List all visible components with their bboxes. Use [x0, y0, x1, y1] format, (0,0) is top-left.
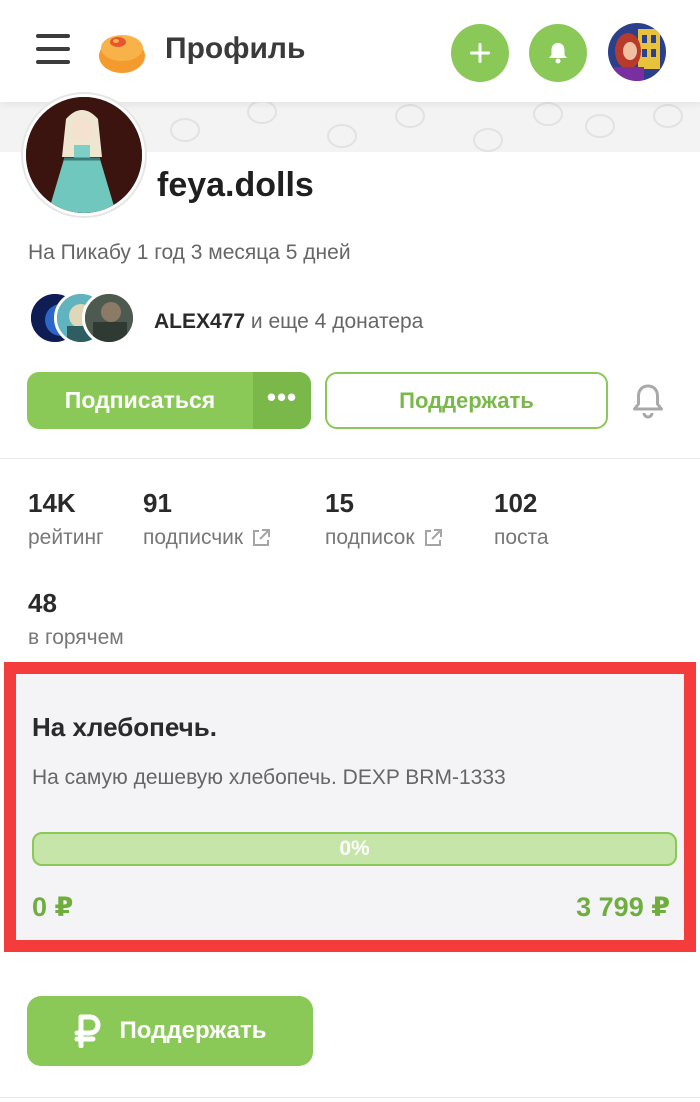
pikabu-logo[interactable] — [96, 26, 148, 76]
stat-rating: 14K рейтинг — [28, 488, 104, 550]
fundraiser-description: На самую дешевую хлебопечь. DEXP BRM-133… — [32, 766, 506, 789]
stat-subscriptions[interactable]: 15 подписок — [325, 488, 443, 550]
external-link-icon — [253, 529, 271, 546]
top-donor-name[interactable]: ALEX477 — [154, 310, 245, 333]
section-divider — [0, 458, 700, 459]
donate-button[interactable]: Поддержать — [27, 996, 313, 1066]
stat-posts: 102 поста — [494, 488, 549, 550]
donate-label: Поддержать — [119, 1017, 267, 1044]
support-button[interactable]: Поддержать — [325, 372, 608, 429]
donor-avatar — [82, 291, 136, 345]
fundraiser-card: На хлебопечь. На самую дешевую хлебопечь… — [4, 662, 696, 952]
stat-hot: 48 в горячем — [28, 588, 124, 650]
notify-bell-icon[interactable] — [630, 382, 666, 420]
external-link-icon — [424, 529, 442, 546]
page-title: Профиль — [165, 32, 306, 65]
profile-avatar[interactable] — [23, 94, 145, 216]
bell-icon — [549, 43, 567, 64]
member-since: На Пикабу 1 год 3 месяца 5 дней — [28, 241, 351, 264]
stat-label: подписок — [325, 526, 415, 549]
create-post-button[interactable] — [451, 24, 509, 82]
subscribe-button[interactable]: Подписаться ••• — [27, 372, 311, 429]
subscribe-more-button[interactable]: ••• — [253, 372, 311, 429]
menu-icon[interactable] — [36, 34, 72, 68]
stat-value: 14K — [28, 488, 76, 518]
notifications-button[interactable] — [529, 24, 587, 82]
ruble-icon — [74, 1014, 100, 1048]
stat-subscribers[interactable]: 91 подписчик — [143, 488, 271, 550]
plus-icon — [470, 43, 490, 63]
user-avatar[interactable] — [608, 23, 666, 81]
stat-value: 91 — [143, 488, 172, 518]
fundraiser-goal: 3 799 ₽ — [576, 892, 670, 922]
fundraiser-progress-bar: 0% — [32, 832, 677, 866]
donor-avatars[interactable] — [28, 291, 148, 347]
stat-value: 102 — [494, 488, 538, 518]
fundraiser-collected: 0 ₽ — [32, 892, 74, 922]
stat-value: 15 — [325, 488, 354, 518]
stat-label: поста — [494, 526, 549, 549]
app-header: Профиль — [0, 0, 700, 102]
bottom-divider — [0, 1097, 700, 1098]
donors-count: и еще 4 донатера — [245, 310, 424, 333]
progress-label: 0% — [339, 837, 370, 860]
profile-username: feya.dolls — [157, 166, 314, 204]
fundraiser-title: На хлебопечь. — [32, 712, 217, 742]
stat-label: подписчик — [143, 526, 244, 549]
subscribe-label: Подписаться — [64, 387, 216, 413]
donors-text[interactable]: ALEX477 и еще 4 донатера — [154, 310, 423, 334]
stat-label: рейтинг — [28, 526, 104, 549]
stat-label: в горячем — [28, 626, 124, 649]
stat-value: 48 — [28, 588, 57, 618]
